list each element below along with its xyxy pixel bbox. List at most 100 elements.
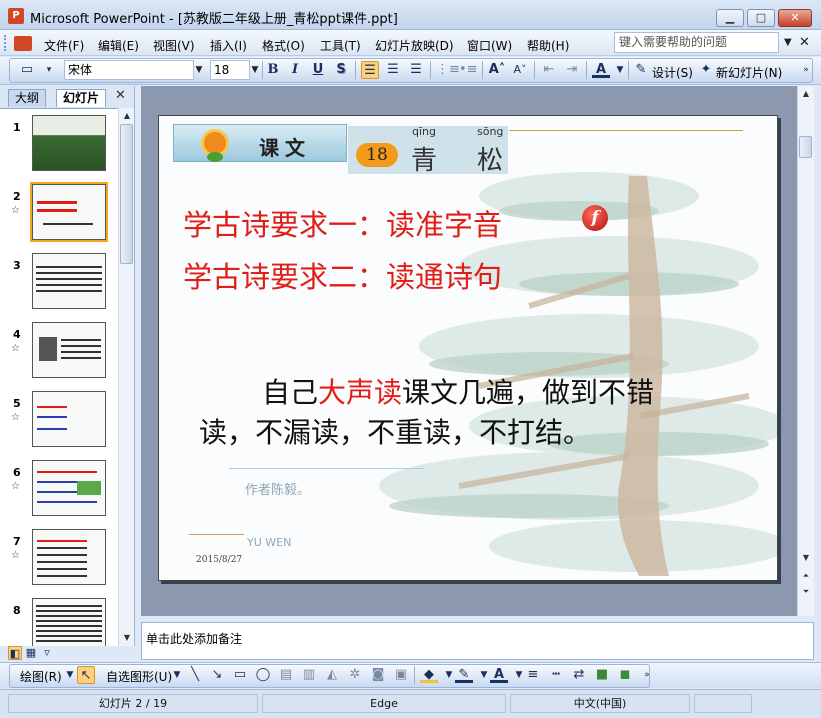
align-right-icon[interactable]: ☰ xyxy=(407,61,425,79)
font-color-icon[interactable]: A xyxy=(592,61,610,78)
font-size-dropdown-icon[interactable]: ▼ xyxy=(249,60,261,80)
requirement-two-text[interactable]: 学古诗要求二：读通诗句 xyxy=(183,254,502,296)
tab-outline[interactable]: 大纲 xyxy=(8,89,47,107)
increase-font-icon[interactable]: A˄ xyxy=(488,61,506,79)
slide-sorter-view-icon[interactable]: ▦ xyxy=(24,646,38,660)
arrow-tool-icon[interactable]: ↘ xyxy=(208,666,226,684)
toolbar-overflow-icon[interactable]: » xyxy=(797,61,815,79)
menu-format[interactable]: 格式(O) xyxy=(262,37,305,54)
decrease-font-icon[interactable]: A˅ xyxy=(511,61,529,79)
flash-object-icon[interactable]: f xyxy=(582,205,608,231)
help-dropdown-icon[interactable]: ▼ xyxy=(784,37,792,48)
language-status[interactable]: 中文(中国) xyxy=(510,694,690,713)
oval-tool-icon[interactable]: ◯ xyxy=(254,666,272,684)
shadow-style-icon[interactable]: ■ xyxy=(593,666,611,684)
numbering-icon[interactable]: ⋮≡ xyxy=(436,61,460,79)
slide-thumbnail-8[interactable] xyxy=(32,598,106,646)
increase-indent-icon[interactable]: ⇥ xyxy=(563,61,581,79)
scrollbar-thumb[interactable] xyxy=(120,124,133,264)
textbox-tool-icon[interactable]: ▤ xyxy=(277,666,295,684)
minimize-button[interactable]: ▁ xyxy=(716,9,744,27)
shadow-button[interactable]: S xyxy=(332,61,350,79)
normal-view-icon[interactable]: ◧ xyxy=(8,646,22,660)
next-slide-icon[interactable]: ⏷ xyxy=(798,584,814,600)
menu-tools[interactable]: 工具(T) xyxy=(320,37,361,54)
align-center-icon[interactable]: ☰ xyxy=(384,61,402,79)
menu-file[interactable]: 文件(F) xyxy=(44,37,84,54)
powerpoint-app-icon[interactable]: P xyxy=(8,8,24,24)
line-tool-icon[interactable]: ╲ xyxy=(186,666,204,684)
tab-slides[interactable]: 幻灯片 xyxy=(56,89,107,107)
slide-thumbnail-6[interactable] xyxy=(32,460,106,516)
instruction-line-2[interactable]: 读，不漏读，不重读，不打结。 xyxy=(199,411,591,451)
fill-color-icon[interactable]: ◆ xyxy=(420,666,438,683)
menu-edit[interactable]: 编辑(E) xyxy=(98,37,139,54)
slide-thumbnail-7[interactable] xyxy=(32,529,106,585)
line-style-icon[interactable]: ≡ xyxy=(524,666,542,684)
slide-thumbnail-2[interactable] xyxy=(30,182,108,242)
slide-thumbnail-3[interactable] xyxy=(32,253,106,309)
thumbnail-scrollbar[interactable]: ▲ ▼ xyxy=(118,108,134,646)
dash-style-icon[interactable]: ┅ xyxy=(547,666,565,684)
slide-thumbnail-1[interactable] xyxy=(32,115,106,171)
close-window-button[interactable]: ✕ xyxy=(778,9,812,27)
font-name-combo[interactable]: 宋体 xyxy=(64,60,194,80)
draw-font-color-icon[interactable]: A xyxy=(490,666,508,683)
scroll-up-icon[interactable]: ▲ xyxy=(798,86,814,102)
scrollbar-thumb[interactable] xyxy=(799,136,812,158)
font-color-dropdown-icon[interactable]: ▼ xyxy=(611,61,629,79)
bold-button[interactable]: B xyxy=(264,61,282,79)
new-document-icon[interactable]: ▭ xyxy=(18,61,36,79)
line-color-icon[interactable]: ✎ xyxy=(455,666,473,683)
help-search-input[interactable]: 键入需要帮助的问题 xyxy=(614,32,779,53)
bullets-icon[interactable]: •≡ xyxy=(459,61,478,79)
new-slide-button[interactable]: 新幻灯片(N) xyxy=(716,64,782,81)
arrow-style-icon[interactable]: ⇄ xyxy=(570,666,588,684)
previous-slide-icon[interactable]: ⏶ xyxy=(798,568,814,584)
autoshapes-button[interactable]: 自选图形(U) xyxy=(106,668,172,685)
align-left-icon[interactable]: ☰ xyxy=(361,61,379,79)
decrease-indent-icon[interactable]: ⇤ xyxy=(540,61,558,79)
slide-scrollbar[interactable]: ▲ ▼ ⏶ ⏷ xyxy=(797,86,814,616)
design-button[interactable]: 设计(S) xyxy=(652,64,693,81)
picture-icon[interactable]: ▣ xyxy=(392,666,410,684)
scroll-up-icon[interactable]: ▲ xyxy=(119,108,135,124)
menu-grip-handle[interactable] xyxy=(4,35,7,51)
rectangle-tool-icon[interactable]: ▭ xyxy=(231,666,249,684)
menu-window[interactable]: 窗口(W) xyxy=(467,37,512,54)
close-document-icon[interactable]: ✕ xyxy=(799,35,810,50)
menu-slideshow[interactable]: 幻灯片放映(D) xyxy=(375,37,454,54)
draw-toolbar-overflow-icon[interactable]: » xyxy=(638,666,656,684)
current-slide[interactable]: 课文 18 qīng 青 sōng 松 学古诗要求一：读准字音 学古诗要求二：读… xyxy=(158,115,778,581)
faded-divider xyxy=(229,468,424,469)
3d-style-icon[interactable]: ◼ xyxy=(616,666,634,684)
menu-help[interactable]: 帮助(H) xyxy=(527,37,569,54)
select-pointer-icon[interactable]: ↖ xyxy=(77,666,95,684)
diagram-icon[interactable]: ✲ xyxy=(346,666,364,684)
document-icon[interactable] xyxy=(14,36,32,51)
font-name-dropdown-icon[interactable]: ▼ xyxy=(193,60,205,80)
clipart-icon[interactable]: ◙ xyxy=(369,666,387,684)
new-slide-icon[interactable]: ✦ xyxy=(697,61,715,79)
vertical-textbox-icon[interactable]: ▥ xyxy=(300,666,318,684)
slide-thumbnail-4[interactable] xyxy=(32,322,106,378)
slide-thumbnail-5[interactable] xyxy=(32,391,106,447)
design-icon[interactable]: ✎ xyxy=(632,61,650,79)
slideshow-view-icon[interactable]: ▿ xyxy=(40,646,54,660)
notes-pane[interactable]: 单击此处添加备注 xyxy=(141,622,814,660)
menu-insert[interactable]: 插入(I) xyxy=(210,37,247,54)
scroll-down-icon[interactable]: ▼ xyxy=(119,630,135,646)
instruction-line-1[interactable]: 自己大声读课文几遍，做到不错 xyxy=(262,371,654,411)
scroll-down-icon[interactable]: ▼ xyxy=(798,550,814,566)
autoshapes-dropdown-icon[interactable]: ▼ xyxy=(168,666,186,684)
font-size-combo[interactable]: 18 xyxy=(210,60,250,80)
italic-button[interactable]: I xyxy=(286,61,304,79)
wordart-icon[interactable]: ◭ xyxy=(323,666,341,684)
underline-button[interactable]: U xyxy=(309,61,327,79)
toolbar-options-icon[interactable]: ▾ xyxy=(40,61,58,79)
draw-menu-button[interactable]: 绘图(R) xyxy=(20,668,62,685)
menu-view[interactable]: 视图(V) xyxy=(153,37,195,54)
pane-close-icon[interactable]: ✕ xyxy=(115,88,126,103)
requirement-one-text[interactable]: 学古诗要求一：读准字音 xyxy=(183,202,502,244)
maximize-button[interactable]: □ xyxy=(747,9,775,27)
